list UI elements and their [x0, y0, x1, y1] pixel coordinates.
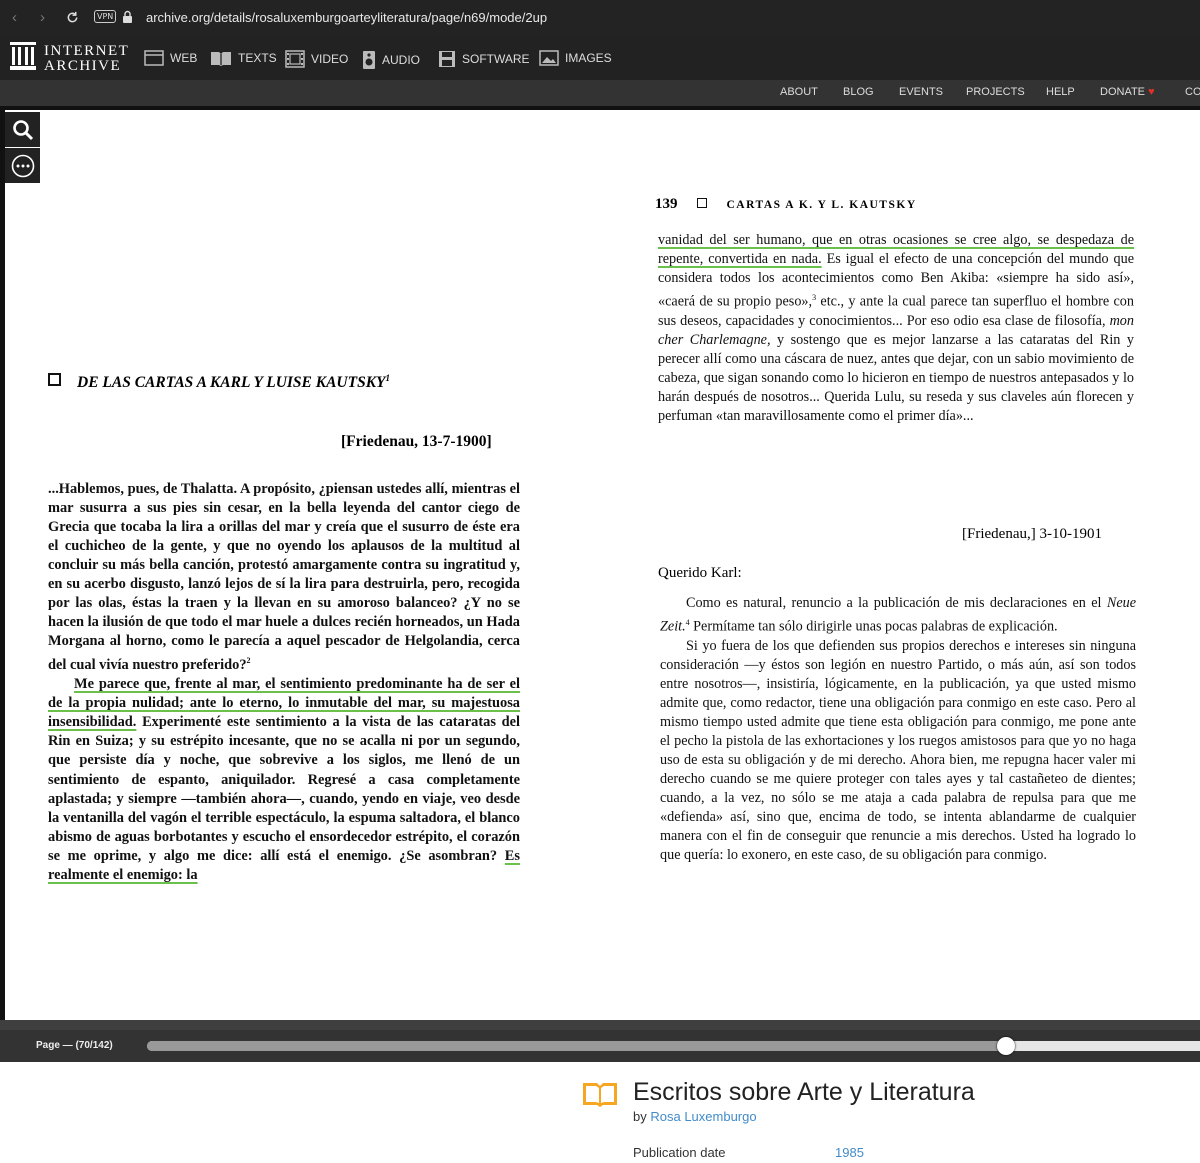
address-bar[interactable]: archive.org/details/rosaluxemburgoarteyl…	[146, 10, 547, 25]
by-label: by	[633, 1109, 647, 1124]
page-navigator: Page — (70/142)	[0, 1020, 1200, 1062]
book-icon	[211, 52, 231, 66]
heading-footnote: 1	[385, 373, 391, 383]
texts-book-icon	[583, 1083, 617, 1107]
item-byline: by Rosa Luxemburgo	[633, 1109, 757, 1124]
nav-donate[interactable]: DONATE ♥	[1100, 86, 1155, 98]
nav-projects[interactable]: PROJECTS	[966, 86, 1025, 98]
p1-right-footnote: 3	[812, 293, 817, 303]
author-link[interactable]: Rosa Luxemburgo	[650, 1109, 756, 1124]
nav-video[interactable]: VIDEO	[285, 50, 348, 68]
reload-icon[interactable]	[66, 11, 79, 24]
chapter-heading: DE LAS CARTAS A KARL Y LUISE KAUTSKY1	[48, 373, 390, 392]
sub-navigation: ABOUT BLOG EVENTS PROJECTS HELP DONATE ♥…	[0, 80, 1200, 106]
more-options-button[interactable]	[5, 148, 40, 183]
square-bullet-icon	[48, 373, 61, 387]
second-letter-date: [Friedenau,] 3-10-1901	[962, 526, 1102, 542]
nav-donate-label: DONATE	[1100, 86, 1146, 98]
nav-events[interactable]: EVENTS	[899, 86, 943, 98]
item-details: Escritos sobre Arte y Literatura by Rosa…	[0, 1062, 1200, 1163]
film-icon	[285, 50, 305, 68]
ellipsis-icon	[11, 154, 34, 177]
running-header: 139 CARTAS A K. Y L. KAUTSKY	[655, 196, 917, 213]
right-p2-text-a: Como es natural, renuncio a la publicaci…	[686, 595, 1102, 611]
item-title: Escritos sobre Arte y Literatura	[633, 1078, 975, 1106]
salutation: Querido Karl:	[658, 565, 742, 581]
page-label: Page — (70/142)	[36, 1040, 113, 1051]
nav-web-label: WEB	[170, 51, 198, 65]
nav-images[interactable]: IMAGES	[539, 50, 612, 66]
heart-icon: ♥	[1148, 86, 1155, 98]
right-page[interactable]: 139 CARTAS A K. Y L. KAUTSKY vanidad del…	[602, 110, 1200, 1020]
page-slider-fill	[147, 1041, 1006, 1051]
search-inside-button[interactable]	[5, 112, 40, 147]
publication-date-label: Publication date	[633, 1145, 726, 1160]
nav-texts-label: TEXTS	[238, 51, 277, 65]
nav-audio[interactable]: AUDIO	[362, 50, 420, 70]
chapter-heading-text: DE LAS CARTAS A KARL Y LUISE KAUTSKY	[77, 374, 386, 392]
nav-video-label: VIDEO	[311, 52, 349, 66]
nav-contact[interactable]: CO	[1185, 86, 1200, 98]
letter-paragraph-2: Me parece que, frente al mar, el sentimi…	[48, 675, 520, 885]
square-bullet-icon	[697, 198, 707, 208]
letter-paragraph-1: ...Hablemos, pues, de Thalatta. A propós…	[48, 480, 520, 675]
nav-web[interactable]: WEB	[144, 50, 197, 66]
letter-paragraph-1-text: ...Hablemos, pues, de Thalatta. A propós…	[48, 481, 520, 674]
page-number: 139	[655, 196, 678, 212]
internet-archive-logo[interactable]: INTERNET ARCHIVE	[10, 42, 128, 75]
nav-blog[interactable]: BLOG	[843, 86, 874, 98]
left-page[interactable]: DE LAS CARTAS A KARL Y LUISE KAUTSKY1 [F…	[5, 110, 600, 1020]
forward-icon[interactable]: ›	[40, 9, 45, 26]
archive-building-icon	[10, 42, 36, 70]
p2-footnote: 4	[685, 618, 690, 628]
nav-software-label: SOFTWARE	[462, 52, 530, 66]
floppy-icon	[439, 51, 455, 67]
search-icon	[12, 119, 33, 140]
lock-icon	[123, 10, 132, 23]
p1-footnote: 2	[246, 656, 251, 666]
nav-images-label: IMAGES	[565, 51, 612, 65]
publication-date-value[interactable]: 1985	[835, 1145, 864, 1160]
nav-audio-label: AUDIO	[382, 53, 421, 67]
right-paragraph-3: Si yo fuera de los que defienden sus pro…	[660, 637, 1136, 864]
logo-line-1: INTERNET	[44, 43, 130, 59]
nav-software[interactable]: SOFTWARE	[438, 50, 530, 68]
back-icon[interactable]: ‹	[12, 9, 17, 26]
book-reader: DE LAS CARTAS A KARL Y LUISE KAUTSKY1 [F…	[5, 110, 1200, 1020]
running-head-text: CARTAS A K. Y L. KAUTSKY	[726, 199, 917, 211]
nav-help[interactable]: HELP	[1046, 86, 1075, 98]
page-slider[interactable]	[147, 1037, 1200, 1055]
nav-about[interactable]: ABOUT	[780, 86, 818, 98]
right-paragraph-2: Como es natural, renuncio a la publicaci…	[660, 594, 1136, 637]
site-header: INTERNET ARCHIVE WEB TEXTS VIDEO AUDIO SO…	[0, 36, 1200, 80]
vpn-badge[interactable]: VPN	[94, 10, 117, 23]
navigator-strip	[0, 1020, 1200, 1030]
speaker-icon	[363, 51, 375, 69]
letter-paragraph-2-text: Experimenté este sentimiento a la vista …	[48, 714, 520, 864]
logo-line-2: ARCHIVE	[44, 58, 122, 74]
browser-toolbar: ‹ › VPN archive.org/details/rosaluxembur…	[0, 0, 1200, 36]
letter-date: [Friedenau, 13-7-1900]	[341, 433, 492, 450]
right-paragraph-1: vanidad del ser humano, que en otras oca…	[658, 231, 1134, 426]
right-p2-text-b: Permítame tan sólo dirigirle unas pocas …	[693, 618, 1058, 635]
nav-texts[interactable]: TEXTS	[210, 50, 277, 66]
image-icon	[539, 50, 559, 66]
page-slider-handle[interactable]	[997, 1037, 1015, 1055]
web-icon	[144, 50, 164, 66]
